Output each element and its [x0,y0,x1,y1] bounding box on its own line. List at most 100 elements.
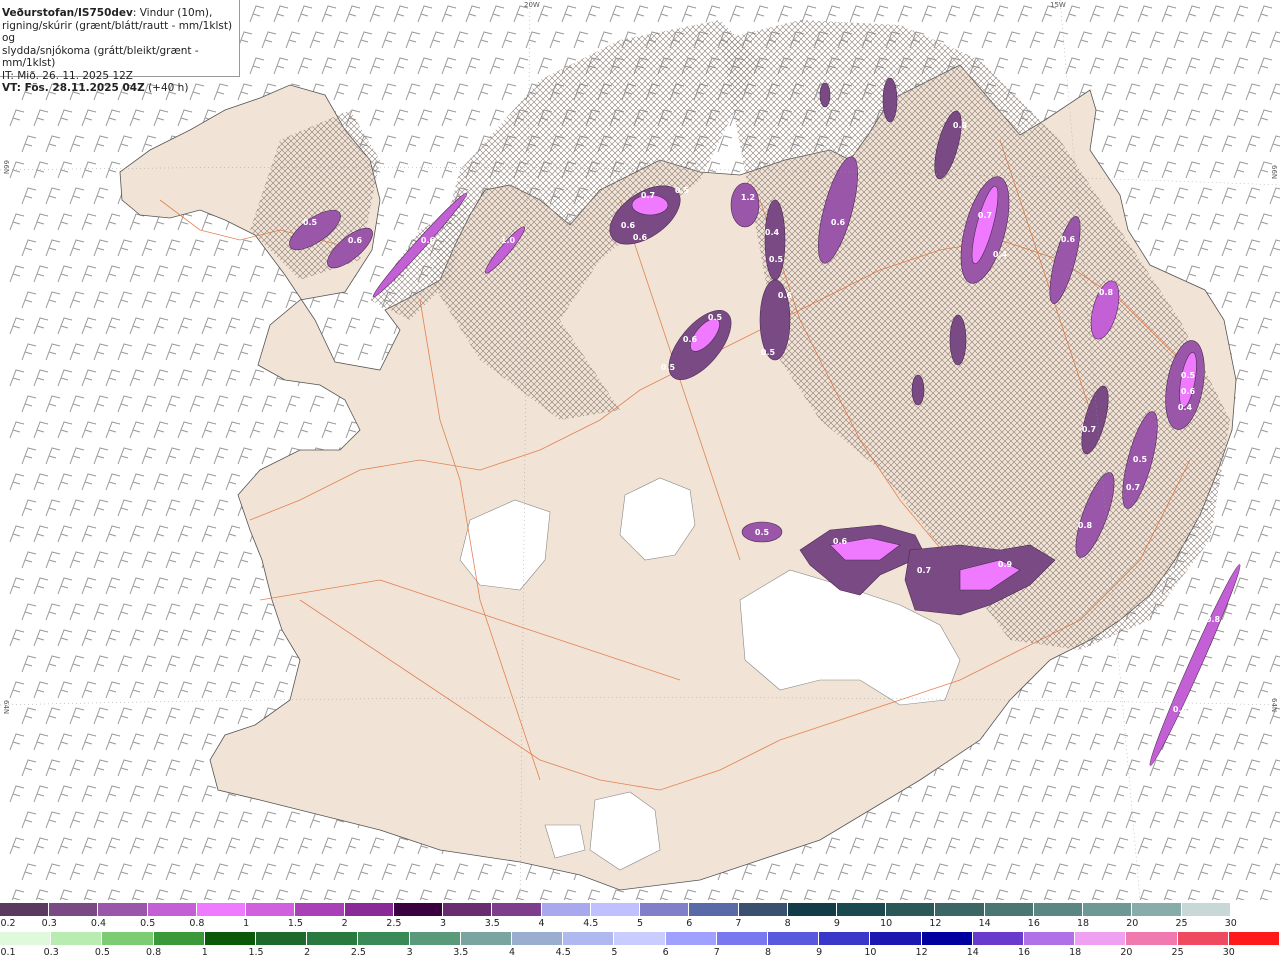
rain-scale-swatch [1024,932,1076,945]
rain-scale-label: 0.3 [43,947,59,958]
rain-scale-label: 4 [508,947,516,958]
rain-scale-label: 12 [915,947,928,958]
rain-scale-swatch [716,932,769,945]
rain-scale-label: 0.5 [94,947,110,958]
rain-scale-label: 25 [1171,947,1184,958]
snow-scale-swatch [98,903,148,916]
rain-scale-label: 2 [304,947,311,958]
snow-scale-label: 16 [1027,918,1040,929]
rain-scale-swatch [1177,932,1229,945]
snow-scale-label: 10 [880,918,893,929]
snow-scale-label: 0.3 [41,918,57,929]
rain-scale-label: 2.5 [350,947,366,958]
snow-scale-swatch [295,903,345,916]
precip-value-label: 0.5 [303,218,318,227]
rain-scale-label: 0.1 [0,947,16,958]
rain-scale-label: 30 [1222,947,1235,958]
precip-value-label: 0.7 [978,211,992,220]
precip-value-label: 0.6 [621,221,636,230]
rain-scale-swatch [102,932,154,945]
snow-scale-swatch [640,903,690,916]
precip-value-label: 1.0 [501,236,516,245]
rain-scale-label: 8 [764,947,772,958]
precip-value-label: 0.5 [769,255,784,264]
lat-label-66n-right: 66N [1270,165,1278,180]
snow-scale-label: 25 [1175,918,1188,929]
precip-value-label: 0.4 [1178,403,1193,412]
snow-scale-swatch [1083,903,1133,916]
rain-scale-label: 5 [611,947,618,958]
precip-value-label: 0.4 [765,228,780,237]
rain-scale-swatch [1075,932,1127,945]
snow-scale-swatch [836,903,887,916]
precip-value-label: 0.6 [831,218,846,227]
rain-scale-label: 1.5 [248,947,264,958]
snow-scale-label: 20 [1126,918,1139,929]
snow-scale-label: 0.5 [140,918,156,929]
rain-scale-swatch [972,932,1025,945]
snow-scale-swatch [0,903,50,916]
precip-value-label: 0.5 [1181,371,1196,380]
legend-line-snow: slydda/snjókoma (grátt/bleikt/grænt - mm… [2,44,199,70]
rain-scale-swatch [665,932,717,945]
snow-scale-label: 6 [686,918,693,929]
rain-scale-swatch [768,932,820,945]
lat-label-66n-left: 66N [2,160,10,175]
lon-label-15w: 15W [1050,1,1066,9]
snow-scale-swatch [246,903,296,916]
rain-scale-swatch [153,932,205,945]
precip-value-label: 0.6 [778,291,793,300]
precip-value-label: 0.6 [633,233,648,242]
snow-scale-label: 18 [1077,918,1090,929]
precip-value-label: 0.6 [1181,387,1196,396]
snow-scale-label: 1 [243,918,250,929]
rain-scale-label: 9 [816,947,823,958]
precip-value-label: 0.5 [708,313,723,322]
map-subtitle: : Vindur (10m), [132,7,213,19]
rain-scale-swatch [204,932,257,945]
snow-scale-label: 12 [929,918,942,929]
snow-scale-label: 0.2 [0,918,16,929]
rain-scale-swatch [512,932,564,945]
precip-value-label: 0.8 [1206,615,1221,624]
precip-value-label: 0.6 [421,236,436,245]
rain-scale-swatch [563,932,615,945]
precip-value-label: 0.6 [1061,235,1076,244]
snow-scale-label: 1.5 [287,918,303,929]
snow-scale-swatch [147,903,197,916]
snow-scale-swatch [492,903,542,916]
snow-scale-swatch [984,903,1034,916]
rain-scale-swatch [614,932,666,945]
rain-scale-label: 18 [1069,947,1082,958]
rain-scale-swatch [51,932,103,945]
snow-scale-swatch [1230,903,1280,916]
precip-value-label: 0.7 [1126,483,1140,492]
rain-scale-swatch [358,932,410,945]
precip-value-label: 0.6 [683,335,698,344]
snow-scale-swatch [738,903,788,916]
rain-scale-label: 10 [864,947,877,958]
rain-scale-swatch [870,932,922,945]
precip-value-label: 0.5 [1133,455,1148,464]
rain-scale-label: 1 [201,947,208,958]
snow-scale-swatch [443,903,493,916]
rain-scale-label: 3 [406,947,413,958]
snow-scale-swatch [935,903,985,916]
precip-value-label: 0.5 [675,186,690,195]
snow-scale-swatch [393,903,444,916]
snow-scale-swatch [1181,903,1231,916]
rain-scale-swatch [460,932,513,945]
rain-scale-label: 7 [713,947,720,958]
precip-value-label: 0.7 [917,566,931,575]
rain-scale-label: 6 [662,947,669,958]
precip-value-label: 0.7 [1082,425,1096,434]
snow-scale-label: 4 [538,918,545,929]
lat-label-64n-left: 64N [2,700,10,715]
precip-value-label: 1.2 [741,193,755,202]
snow-scale-swatch [787,903,837,916]
snow-scale-swatch [1132,903,1182,916]
rain-scale-swatch [921,932,973,945]
lead-time: (+40 h) [148,82,189,94]
rain-scale-swatch [1228,932,1280,945]
rain-scale-swatch [0,932,52,945]
